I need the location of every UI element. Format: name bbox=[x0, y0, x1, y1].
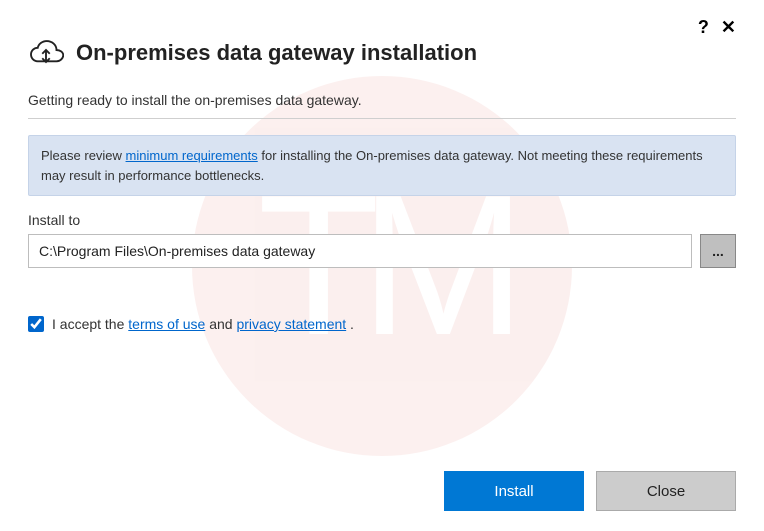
titlebar: ? ✕ bbox=[28, 18, 736, 36]
terms-of-use-link[interactable]: terms of use bbox=[128, 316, 205, 332]
subtitle-text: Getting ready to install the on-premises… bbox=[28, 92, 736, 108]
accept-terms-checkbox[interactable] bbox=[28, 316, 44, 332]
info-box: Please review minimum requirements for i… bbox=[28, 135, 736, 196]
install-button[interactable]: Install bbox=[444, 471, 584, 511]
header: On-premises data gateway installation bbox=[28, 38, 736, 68]
close-icon[interactable]: ✕ bbox=[721, 18, 736, 36]
terms-text: I accept the terms of use and privacy st… bbox=[52, 316, 354, 332]
terms-prefix: I accept the bbox=[52, 316, 128, 332]
cloud-download-icon bbox=[28, 38, 64, 68]
page-title: On-premises data gateway installation bbox=[76, 40, 477, 66]
close-button[interactable]: Close bbox=[596, 471, 736, 511]
install-path-input[interactable] bbox=[28, 234, 692, 268]
privacy-statement-link[interactable]: privacy statement bbox=[236, 316, 346, 332]
info-prefix: Please review bbox=[41, 148, 126, 163]
terms-suffix: . bbox=[346, 316, 354, 332]
install-path-row: ... bbox=[28, 234, 736, 268]
min-requirements-link[interactable]: minimum requirements bbox=[126, 148, 258, 163]
install-to-label: Install to bbox=[28, 212, 736, 228]
terms-row: I accept the terms of use and privacy st… bbox=[28, 316, 736, 332]
help-icon[interactable]: ? bbox=[698, 18, 709, 36]
terms-middle: and bbox=[205, 316, 236, 332]
window-content: ? ✕ On-premises data gateway installatio… bbox=[0, 0, 764, 531]
browse-button[interactable]: ... bbox=[700, 234, 736, 268]
divider bbox=[28, 118, 736, 119]
footer-buttons: Install Close bbox=[444, 471, 736, 511]
